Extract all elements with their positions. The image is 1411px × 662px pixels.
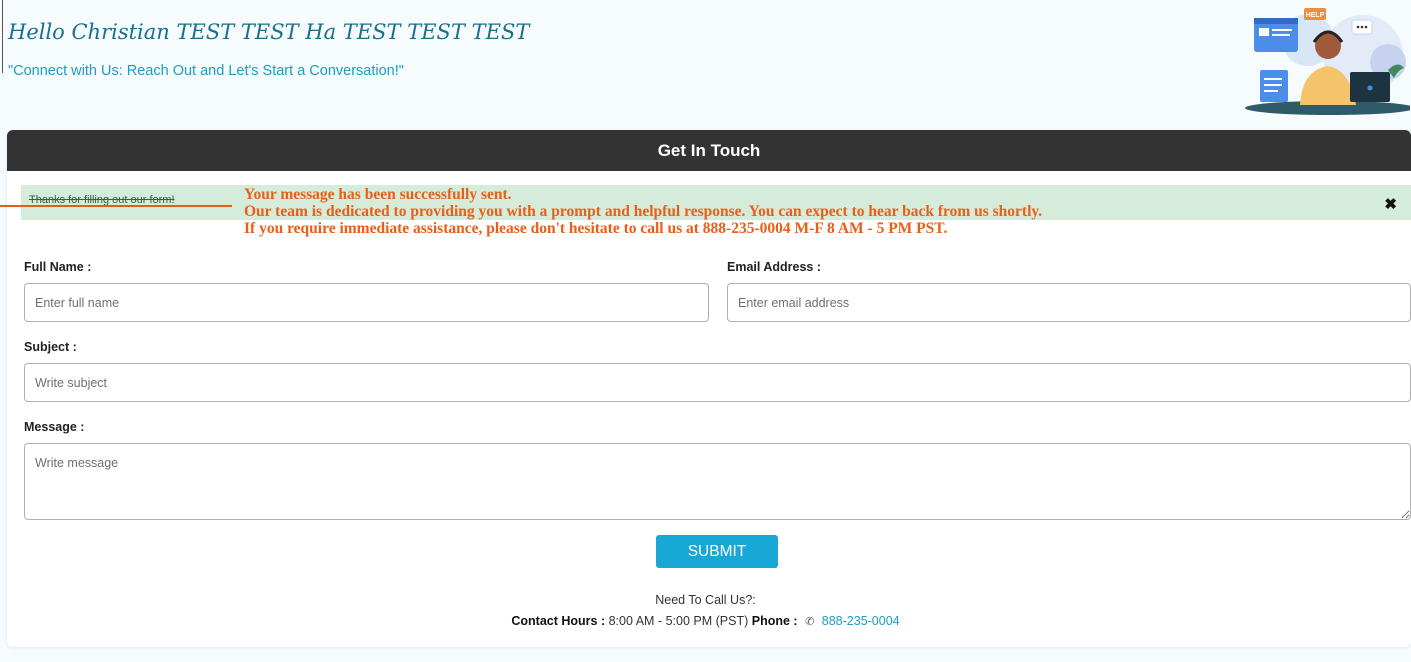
submit-button[interactable]: SUBMIT: [656, 535, 778, 568]
email-input[interactable]: [727, 283, 1411, 322]
help-badge-text: HELP: [1306, 12, 1325, 19]
phone-number-link[interactable]: 888-235-0004: [822, 614, 900, 628]
left-divider: [0, 0, 3, 73]
subject-input[interactable]: [24, 363, 1411, 402]
overlay-line-2: Our team is dedicated to providing you w…: [244, 203, 1043, 220]
message-label: Message :: [24, 420, 85, 434]
support-agent-illustration: HELP: [1245, 8, 1410, 115]
tagline-text: "Connect with Us: Reach Out and Let's St…: [8, 63, 404, 79]
need-call-text: Need To Call Us?:: [655, 593, 756, 607]
greeting-heading: Hello Christian TEST TEST Ha TEST TEST T…: [8, 20, 530, 44]
card-title: Get In Touch: [7, 130, 1411, 171]
annotation-line: [0, 205, 232, 207]
subject-label: Subject :: [24, 340, 77, 354]
full-name-input[interactable]: [24, 283, 709, 322]
close-icon[interactable]: ✖: [1384, 195, 1397, 213]
message-textarea[interactable]: [24, 443, 1411, 520]
hours-label: Contact Hours :: [511, 614, 606, 628]
contact-info: Contact Hours : 8:00 AM - 5:00 PM (PST) …: [0, 614, 1411, 628]
hours-value: 8:00 AM - 5:00 PM (PST): [608, 614, 749, 628]
phone-label: Phone :: [751, 614, 798, 628]
success-message-overlay: Your message has been successfully sent.…: [244, 186, 1042, 237]
overlay-line-3: If you require immediate assistance, ple…: [244, 220, 948, 237]
full-name-label: Full Name :: [24, 260, 92, 274]
overlay-line-1: Your message has been successfully sent.: [244, 186, 512, 203]
contact-page: Hello Christian TEST TEST Ha TEST TEST T…: [0, 0, 1411, 662]
email-label: Email Address :: [727, 260, 822, 274]
phone-icon: ✆: [805, 616, 815, 628]
